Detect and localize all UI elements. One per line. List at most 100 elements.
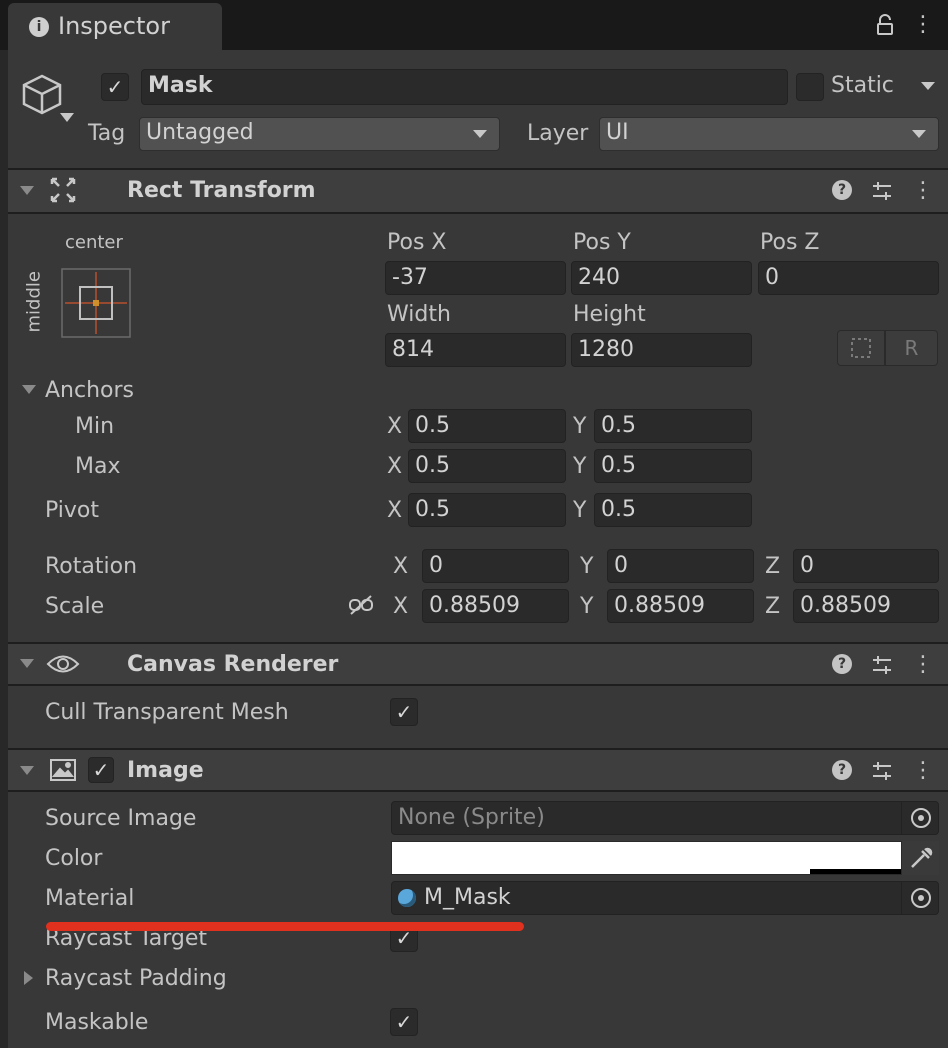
rect-transform-title: Rect Transform [127, 178, 316, 203]
rotation-y-label: Y [580, 554, 594, 579]
min-x-label: X [387, 414, 403, 439]
image-title: Image [127, 758, 204, 783]
alpha-bar [392, 870, 810, 874]
annotation-underline [46, 922, 524, 931]
maskable-label: Maskable [45, 1010, 149, 1035]
scale-x-label: X [393, 594, 409, 619]
color-label: Color [45, 846, 103, 871]
source-image-field[interactable]: None (Sprite) [391, 801, 939, 835]
blueprint-mode-button[interactable] [837, 330, 885, 366]
cull-transparent-mesh-label: Cull Transparent Mesh [45, 700, 289, 725]
anchors-foldout-icon[interactable] [22, 385, 36, 394]
gameobject-active-checkbox[interactable]: ✓ [101, 73, 129, 101]
window-menu-icon[interactable]: ⋮ [912, 14, 934, 36]
min-label: Min [75, 414, 115, 439]
maskable-checkbox[interactable]: ✓ [390, 1008, 418, 1036]
anchor-preset-top-label: center [65, 232, 123, 253]
rotation-z-field[interactable]: 0 [793, 549, 939, 583]
tag-dropdown[interactable]: Untagged [139, 117, 500, 151]
pos-y-label: Pos Y [573, 230, 631, 255]
help-icon[interactable]: ? [832, 760, 852, 780]
raw-edit-button[interactable]: R [885, 330, 938, 366]
pivot-x-field[interactable]: 0.5 [408, 493, 566, 527]
width-field[interactable]: 814 [385, 333, 566, 367]
presets-icon[interactable] [871, 180, 893, 202]
material-field[interactable]: M_Mask [391, 881, 939, 915]
pos-z-field[interactable]: 0 [758, 261, 939, 295]
material-label: Material [45, 886, 135, 911]
rotation-label: Rotation [45, 554, 138, 579]
scale-label: Scale [45, 594, 105, 619]
scale-y-field[interactable]: 0.88509 [607, 589, 754, 623]
divider [8, 212, 948, 214]
anchor-min-x-field[interactable]: 0.5 [408, 409, 566, 443]
lock-icon[interactable] [876, 14, 894, 36]
canvas-renderer-title: Canvas Renderer [127, 652, 339, 677]
layer-dropdown[interactable]: UI [599, 117, 939, 151]
object-picker-icon[interactable] [901, 801, 939, 835]
inspector-tab-label: Inspector [58, 12, 170, 40]
color-swatch[interactable] [391, 841, 902, 875]
constrain-proportions-icon[interactable] [348, 594, 374, 616]
anchor-max-y-field[interactable]: 0.5 [594, 449, 752, 483]
source-image-label: Source Image [45, 806, 197, 831]
gameobject-name-field[interactable]: Mask [141, 69, 788, 105]
alpha-bar-remainder [810, 869, 901, 874]
presets-icon[interactable] [871, 760, 893, 782]
max-x-label: X [387, 454, 403, 479]
component-menu-icon[interactable]: ⋮ [912, 180, 934, 202]
material-icon [398, 889, 416, 907]
divider [8, 790, 948, 792]
eye-icon [46, 653, 80, 675]
pivot-label: Pivot [45, 498, 100, 523]
rotation-x-field[interactable]: 0 [422, 549, 569, 583]
static-dropdown-icon[interactable] [921, 82, 935, 90]
pivot-y-label: Y [573, 498, 587, 523]
presets-icon[interactable] [871, 654, 893, 676]
min-y-label: Y [573, 414, 587, 439]
pos-z-label: Pos Z [760, 230, 820, 255]
image-component-icon [49, 758, 77, 782]
anchors-label: Anchors [45, 378, 134, 403]
help-icon[interactable]: ? [832, 654, 852, 674]
anchor-preset-side-label: middle [23, 271, 45, 333]
object-picker-icon[interactable] [901, 881, 939, 915]
component-menu-icon[interactable]: ⋮ [912, 760, 934, 782]
pos-y-field[interactable]: 240 [571, 261, 752, 295]
cull-transparent-mesh-checkbox[interactable]: ✓ [390, 698, 418, 726]
tag-label: Tag [88, 121, 126, 146]
anchor-preset-button[interactable] [61, 268, 131, 338]
tag-dropdown-arrow-icon [473, 130, 487, 138]
scale-x-field[interactable]: 0.88509 [422, 589, 569, 623]
pos-x-label: Pos X [387, 230, 447, 255]
layer-dropdown-arrow-icon [912, 130, 926, 138]
rotation-y-field[interactable]: 0 [607, 549, 754, 583]
max-y-label: Y [573, 454, 587, 479]
anchor-max-x-field[interactable]: 0.5 [408, 449, 566, 483]
static-checkbox[interactable] [796, 73, 824, 101]
pos-x-field[interactable]: -37 [385, 261, 566, 295]
pivot-x-label: X [387, 498, 403, 523]
canvas-renderer-foldout-icon[interactable] [20, 659, 34, 668]
height-label: Height [573, 302, 646, 327]
gameobject-icon [20, 72, 64, 116]
gameobject-icon-dropdown-icon[interactable] [60, 113, 74, 122]
pivot-y-field[interactable]: 0.5 [594, 493, 752, 527]
component-menu-icon[interactable]: ⋮ [912, 654, 934, 676]
static-label: Static [831, 73, 894, 98]
height-field[interactable]: 1280 [571, 333, 752, 367]
anchor-min-y-field[interactable]: 0.5 [594, 409, 752, 443]
image-foldout-icon[interactable] [20, 766, 34, 775]
divider [8, 684, 948, 686]
max-label: Max [75, 454, 121, 479]
eyedropper-icon[interactable] [902, 841, 939, 875]
rect-transform-foldout-icon[interactable] [20, 186, 34, 195]
scale-y-label: Y [580, 594, 594, 619]
image-enabled-checkbox[interactable]: ✓ [88, 757, 114, 783]
raycast-padding-foldout-icon[interactable] [24, 971, 33, 985]
help-icon[interactable]: ? [832, 180, 852, 200]
width-label: Width [387, 302, 451, 327]
scale-z-field[interactable]: 0.88509 [793, 589, 939, 623]
info-icon: i [29, 17, 49, 37]
rotation-x-label: X [393, 554, 409, 579]
